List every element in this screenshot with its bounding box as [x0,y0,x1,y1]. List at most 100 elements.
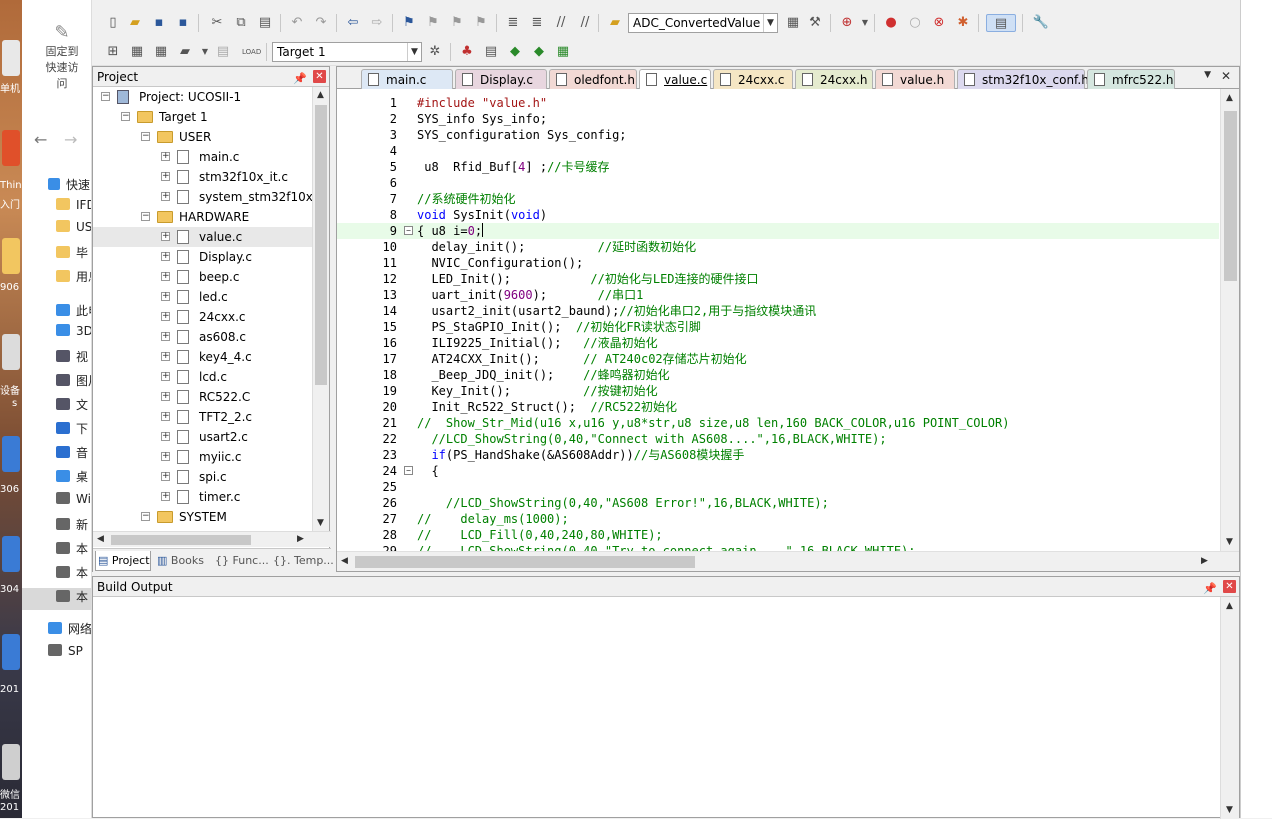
desktop-device-icon[interactable] [2,334,20,370]
rebuild-icon[interactable]: ▦ [152,43,170,61]
expand-icon[interactable]: + [161,472,170,481]
file-tab[interactable]: oledfont.h [549,69,637,89]
tree-file[interactable]: +24cxx.c [93,307,312,327]
nav-item[interactable]: 本 [22,588,91,610]
expand-icon[interactable]: + [161,252,170,261]
new-file-icon[interactable]: ▯ [104,14,122,32]
chevron-down-icon[interactable]: ▼ [856,14,874,32]
tree-file[interactable]: + lcd.c [93,367,312,387]
expand-icon[interactable]: + [161,232,170,241]
desktop-app-icon[interactable] [2,40,20,76]
scroll-left-icon[interactable]: ◀ [341,556,348,566]
chevron-down-icon[interactable]: ▼ [196,43,214,61]
nav-item[interactable]: 网络 [22,620,91,642]
stop-build-icon[interactable]: ▤ [214,43,232,61]
translate-icon[interactable]: ⊞ [104,43,122,61]
build-icon[interactable]: ▦ [128,43,146,61]
target-select[interactable]: Target 1 ▼ [272,42,422,62]
nav-item[interactable]: 本 [22,564,91,586]
open-folder-icon[interactable]: ▰ [126,14,144,32]
collapse-icon[interactable]: − [141,212,150,221]
nav-item[interactable]: 视 [22,348,91,370]
tree-file[interactable]: + Display.c [93,247,312,267]
nav-item[interactable]: 用息 [22,268,91,290]
file-tab[interactable]: value.c [639,69,711,89]
editor-vertical-scrollbar[interactable]: ▲ ▼ [1220,89,1239,551]
scroll-up-icon[interactable]: ▲ [317,90,324,100]
desktop-app-icon[interactable] [2,744,20,780]
forward-arrow-icon[interactable]: → [64,130,77,149]
prev-bookmark-icon[interactable]: ⚑ [424,14,442,32]
tree-file[interactable]: + as608.c [93,327,312,347]
nav-item[interactable]: IFD [22,198,91,220]
scroll-down-icon[interactable]: ▼ [317,518,324,528]
tree-file[interactable]: + main.c [93,147,312,167]
nav-item[interactable]: 音 [22,444,91,466]
expand-icon[interactable]: + [161,352,170,361]
nav-item[interactable]: 新 [22,516,91,538]
copy-icon[interactable]: ⧉ [232,14,250,32]
tab-project[interactable]: ▤ Project [95,551,151,571]
scroll-down-icon[interactable]: ▼ [1226,805,1233,815]
find-in-files-icon[interactable]: ▰ [606,14,624,32]
collapse-icon[interactable]: − [121,112,130,121]
tree-target[interactable]: − Target 1 [93,107,312,127]
cut-icon[interactable]: ✂ [208,14,226,32]
tree-group[interactable]: − HARDWARE [93,207,312,227]
tab-functions[interactable]: {} Func... [213,551,269,571]
close-icon[interactable]: ✕ [313,70,326,83]
tree-project-root[interactable]: − Project: UCOSII-1 [93,87,312,107]
desktop-app-icon[interactable] [2,436,20,472]
file-tab[interactable]: 24cxx.h [795,69,873,89]
kill-breakpoints-icon[interactable]: ⊗ [930,14,948,32]
desktop-app-icon[interactable] [2,536,20,572]
window-layout-icon[interactable]: ▤ [986,14,1016,32]
tree-horizontal-scrollbar[interactable]: ◀ ▶ [93,531,331,547]
back-arrow-icon[interactable]: ← [34,130,47,149]
save-icon[interactable]: ▪ [150,14,168,32]
collapse-icon[interactable]: − [101,92,110,101]
nav-item[interactable]: Wi [22,492,91,514]
disable-all-breakpoints-icon[interactable]: ✱ [954,14,972,32]
tree-file[interactable]: + led.c [93,287,312,307]
scrollbar-thumb[interactable] [1224,111,1237,281]
configure-icon[interactable]: 🔧 [1032,14,1050,32]
bookmark-icon[interactable]: ⚑ [400,14,418,32]
tree-file[interactable]: + timer.c [93,487,312,507]
scrollbar-thumb[interactable] [111,535,251,545]
find-combo[interactable]: ADC_ConvertedValue ▼ [628,13,778,33]
nav-item[interactable]: 文 [22,396,91,418]
nav-item[interactable]: 图片 [22,372,91,394]
undo-icon[interactable]: ↶ [288,14,306,32]
collapse-icon[interactable]: − [141,132,150,141]
expand-icon[interactable]: + [161,292,170,301]
expand-icon[interactable]: + [161,372,170,381]
nav-item[interactable]: US [22,220,91,242]
clear-bookmarks-icon[interactable]: ⚑ [472,14,490,32]
disable-breakpoint-icon[interactable]: ○ [906,14,924,32]
incremental-find-icon[interactable]: ⚒ [806,14,824,32]
unindent-icon[interactable]: ≣ [528,14,546,32]
file-tab[interactable]: value.h [875,69,955,89]
comment-icon[interactable]: // [552,14,570,32]
expand-icon[interactable]: + [161,392,170,401]
scroll-down-icon[interactable]: ▼ [1226,537,1233,547]
chevron-down-icon[interactable]: ▼ [407,43,421,61]
tree-file[interactable]: + stm32f10x_it.c [93,167,312,187]
scrollbar-thumb[interactable] [315,105,327,385]
desktop-app-icon[interactable] [2,634,20,670]
tree-file[interactable]: + value.c [93,227,312,247]
tree-file[interactable]: + key4_4.c [93,347,312,367]
expand-icon[interactable]: + [161,152,170,161]
batch-build-icon[interactable]: ▰ [176,43,194,61]
file-tab[interactable]: stm32f10x_conf.h [957,69,1089,89]
file-tab[interactable]: 24cxx.c [713,69,793,89]
tree-file[interactable]: + system_stm32f10x.c [93,187,313,207]
tree-group[interactable]: − SYSTEM [93,507,312,527]
find-icon[interactable]: ▦ [784,14,802,32]
tab-books[interactable]: ▥ Books [155,551,209,571]
chevron-down-icon[interactable]: ▼ [763,14,777,32]
expand-icon[interactable]: + [161,492,170,501]
nav-item[interactable]: 桌 [22,468,91,490]
expand-icon[interactable]: + [161,412,170,421]
